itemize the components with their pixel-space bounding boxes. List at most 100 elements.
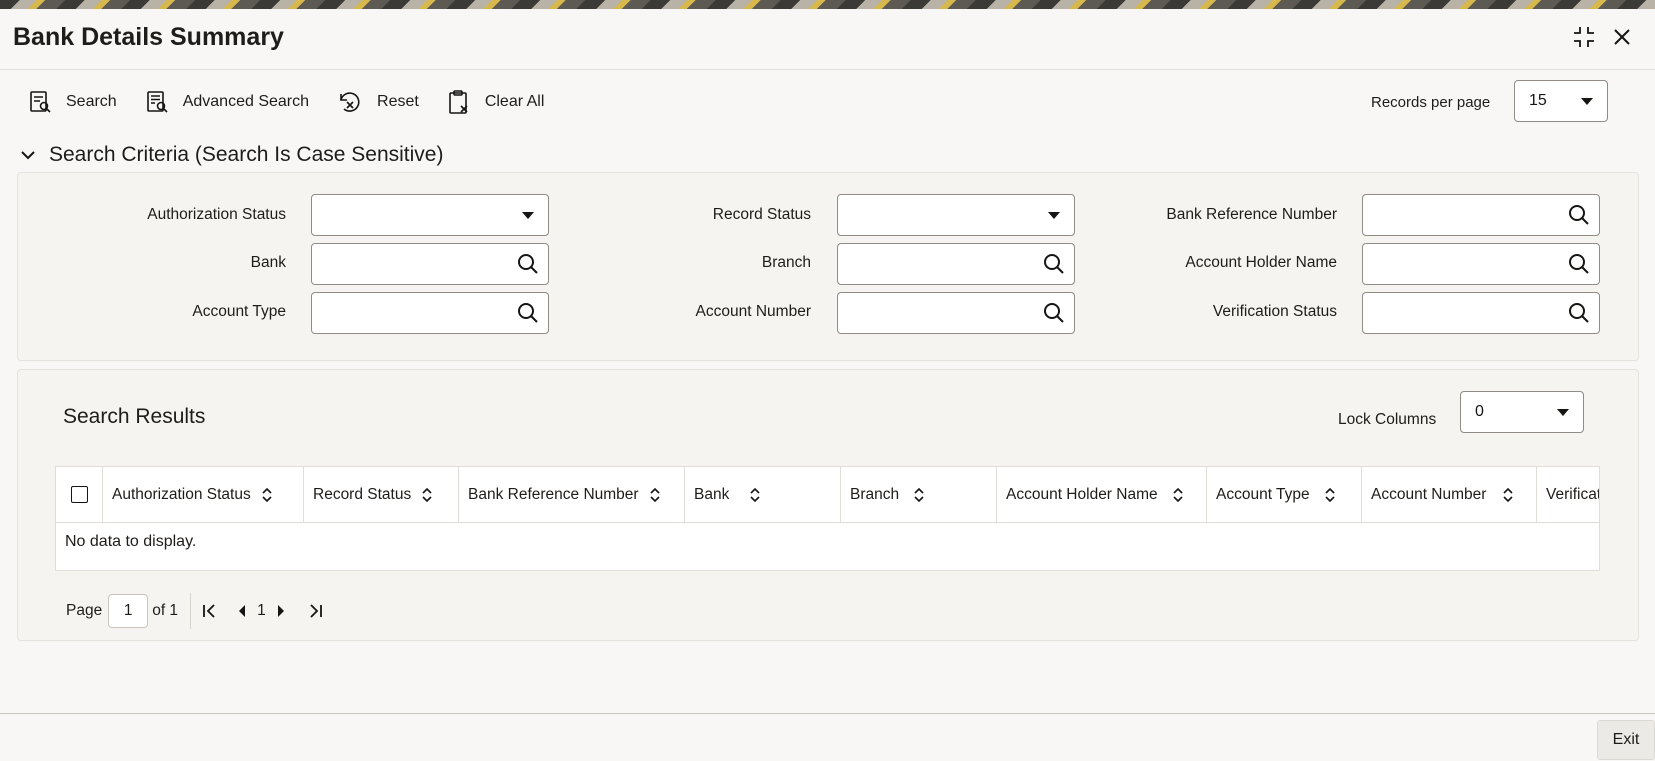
search-criteria-toggle[interactable]: Search Criteria (Search Is Case Sensitiv… (20, 143, 443, 167)
clear-all-button-label: Clear All (484, 93, 545, 110)
column-header-label: Account Holder Name (1006, 486, 1158, 503)
advanced-search-button-label: Advanced Search (182, 93, 310, 110)
search-icon[interactable] (1043, 253, 1065, 275)
toolbar: Search Advanced Search Reset Clear All (28, 85, 572, 119)
column-branch[interactable]: Branch (841, 467, 997, 523)
lock-columns-value: 0 (1475, 403, 1484, 420)
records-per-page-label: Records per page (1371, 94, 1491, 111)
minimize-icon[interactable] (1571, 24, 1597, 50)
search-criteria-heading: Search Criteria (Search Is Case Sensitiv… (49, 143, 444, 166)
pagination: Page 1 of 1 1 (66, 593, 338, 629)
previous-page-icon (239, 605, 246, 617)
search-list-icon (30, 91, 51, 113)
sort-icon (1503, 487, 1514, 503)
column-account-type[interactable]: Account Type (1207, 467, 1362, 523)
authorization-status-select[interactable] (311, 194, 549, 236)
search-icon[interactable] (1043, 302, 1065, 324)
account-number-field[interactable] (837, 292, 1075, 334)
footer-divider (0, 713, 1655, 714)
column-authorization-status[interactable]: Authorization Status (103, 467, 304, 523)
page-total-label: of 1 (152, 602, 179, 619)
reset-button[interactable]: Reset (337, 90, 419, 114)
page-label: Page (66, 602, 103, 619)
record-status-label: Record Status (712, 206, 811, 223)
current-page-input[interactable]: 1 (108, 594, 149, 628)
chevron-down-icon (21, 151, 35, 160)
advanced-search-icon (146, 91, 168, 113)
account-number-label: Account Number (695, 303, 811, 320)
account-holder-name-label: Account Holder Name (1185, 254, 1337, 271)
branch-field[interactable] (837, 243, 1075, 285)
bank-reference-number-label: Bank Reference Number (1166, 206, 1337, 223)
page-title: Bank Details Summary (13, 23, 284, 51)
search-results-title: Search Results (63, 405, 206, 428)
results-table: Authorization Status Record Status Bank … (55, 466, 1600, 571)
clear-all-icon (449, 90, 468, 114)
records-per-page-select[interactable]: 15 (1514, 80, 1608, 122)
search-icon[interactable] (517, 253, 539, 275)
column-header-label: Branch (850, 486, 900, 503)
column-account-number[interactable]: Account Number (1362, 467, 1537, 523)
search-button-label: Search (66, 93, 117, 110)
first-page-icon (203, 604, 215, 618)
record-status-select[interactable] (837, 194, 1075, 236)
close-icon[interactable] (1609, 24, 1635, 50)
table-header: Authorization Status Record Status Bank … (56, 467, 1600, 523)
sort-icon (262, 487, 272, 503)
branch-label: Branch (761, 254, 811, 271)
chevron-down-icon (1557, 409, 1569, 416)
select-all-checkbox[interactable] (71, 486, 88, 503)
column-verification-status[interactable]: Verificat (1537, 467, 1600, 523)
account-type-field[interactable] (311, 292, 549, 334)
next-page-button[interactable] (276, 604, 286, 618)
next-page-icon (277, 605, 284, 617)
sort-icon (1325, 487, 1335, 503)
lock-columns-select[interactable]: 0 (1460, 391, 1584, 433)
title-divider (0, 69, 1655, 70)
first-page-button[interactable] (201, 603, 217, 619)
column-header-label: Bank Reference Number (468, 486, 639, 503)
reset-button-label: Reset (377, 93, 419, 110)
column-record-status[interactable]: Record Status (304, 467, 459, 523)
verification-status-field[interactable] (1362, 292, 1600, 334)
empty-table-message: No data to display. (65, 533, 197, 550)
last-page-button[interactable] (308, 603, 324, 619)
reset-icon (340, 92, 360, 112)
account-type-label: Account Type (192, 303, 286, 320)
search-button[interactable]: Search (28, 90, 117, 114)
sort-icon (750, 487, 760, 503)
records-per-page-value: 15 (1529, 92, 1547, 109)
previous-page-button[interactable] (237, 604, 247, 618)
sort-icon (1173, 487, 1183, 503)
bank-details-summary-window: Bank Details Summary Search Advanced Sea… (0, 9, 1655, 761)
sort-icon (914, 487, 924, 503)
column-header-label: Verificat (1546, 486, 1600, 503)
authorization-status-label: Authorization Status (147, 206, 286, 223)
search-icon[interactable] (1568, 204, 1590, 226)
pager-divider (190, 593, 192, 629)
page-number: 1 (257, 602, 266, 619)
bank-label: Bank (250, 254, 286, 271)
column-account-holder-name[interactable]: Account Holder Name (997, 467, 1207, 523)
column-bank-reference-number[interactable]: Bank Reference Number (459, 467, 685, 523)
advanced-search-button[interactable]: Advanced Search (145, 90, 309, 114)
search-icon[interactable] (1568, 253, 1590, 275)
exit-button[interactable]: Exit (1597, 720, 1655, 760)
column-header-label: Account Number (1371, 486, 1487, 503)
bank-reference-number-field[interactable] (1362, 194, 1600, 236)
search-icon[interactable] (517, 302, 539, 324)
bank-field[interactable] (311, 243, 549, 285)
column-header-label: Account Type (1216, 486, 1310, 503)
clear-all-button[interactable]: Clear All (447, 89, 545, 115)
account-holder-name-field[interactable] (1362, 243, 1600, 285)
column-bank[interactable]: Bank (685, 467, 841, 523)
chevron-down-icon (522, 212, 534, 219)
current-page-value: 1 (123, 602, 133, 619)
decorative-banner (0, 0, 1655, 9)
chevron-down-icon (1581, 98, 1593, 105)
chevron-down-icon (1048, 212, 1060, 219)
lock-columns-label: Lock Columns (1338, 411, 1437, 428)
last-page-icon (310, 604, 322, 618)
sort-icon (422, 487, 432, 503)
search-icon[interactable] (1568, 302, 1590, 324)
